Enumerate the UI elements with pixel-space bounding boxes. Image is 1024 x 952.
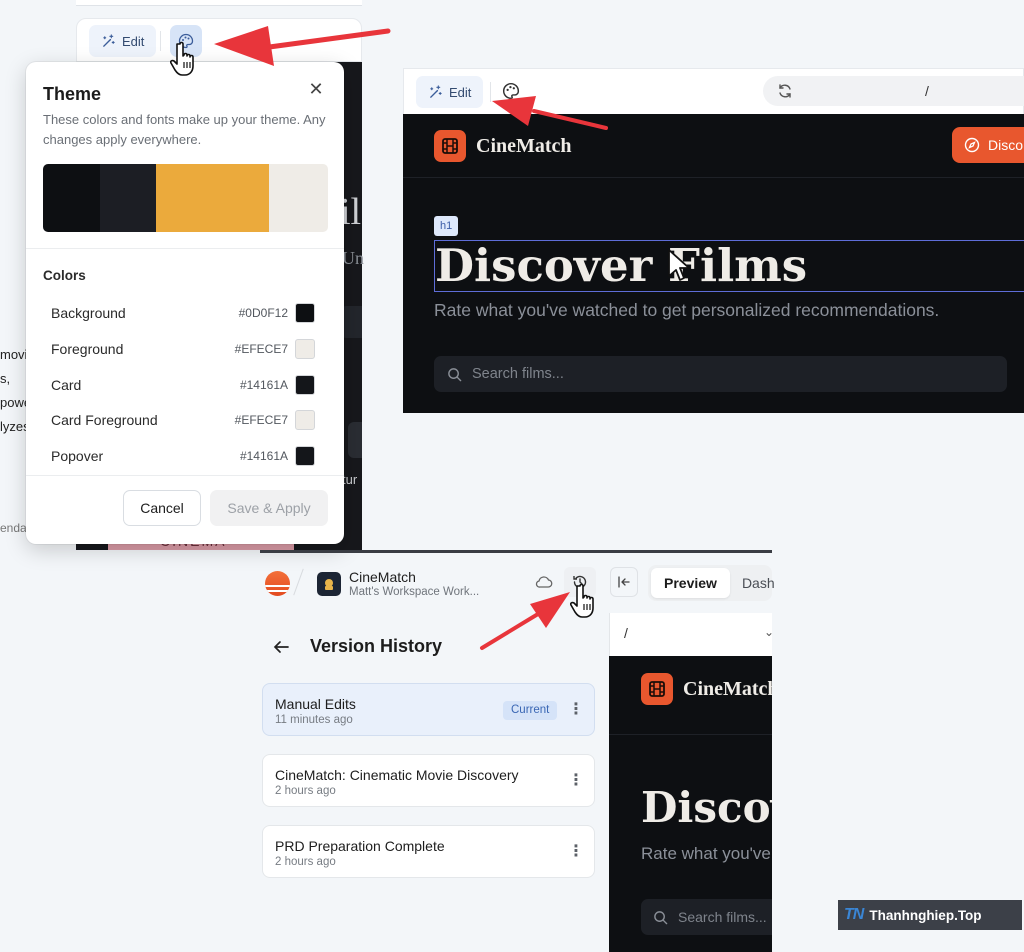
arrow-to-palette (214, 26, 391, 66)
watermark: TN Thanhnghiep.Top (838, 900, 1022, 930)
annotation-arrows (214, 26, 608, 650)
arrow-to-history (480, 592, 570, 650)
watermark-logo: TN (844, 906, 864, 923)
arrow-to-palette-preview (492, 96, 608, 130)
watermark-text: Thanhnghiep.Top (869, 907, 982, 923)
